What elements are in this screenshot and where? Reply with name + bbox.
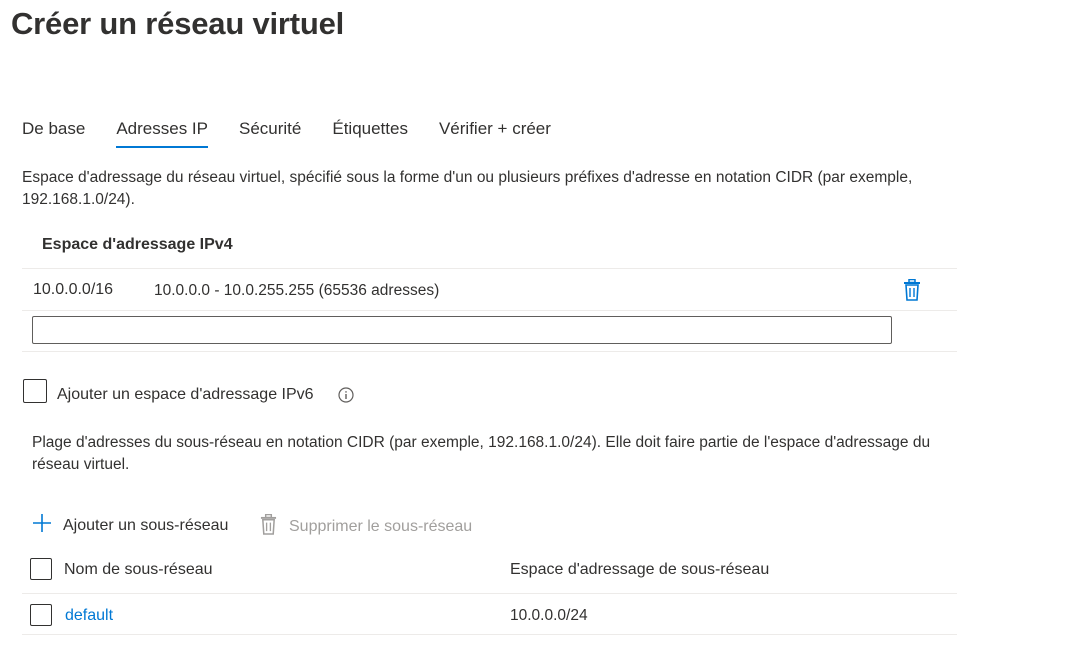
table-divider bbox=[22, 268, 957, 269]
ipv4-range: 10.0.0.0 - 10.0.255.255 (65536 adresses) bbox=[154, 282, 440, 299]
row-divider bbox=[22, 634, 957, 635]
subnet-row-checkbox[interactable] bbox=[30, 604, 52, 626]
ipv6-info-button[interactable] bbox=[338, 387, 354, 408]
tab-review-create[interactable]: Vérifier + créer bbox=[439, 118, 551, 152]
tab-tags[interactable]: Étiquettes bbox=[332, 118, 408, 152]
tab-ip-addresses[interactable]: Adresses IP bbox=[116, 118, 208, 152]
table-divider bbox=[22, 593, 957, 594]
trash-icon bbox=[260, 513, 277, 540]
plus-icon bbox=[32, 513, 52, 538]
subnet-address-column-header: Espace d'adressage de sous-réseau bbox=[510, 561, 770, 578]
row-divider bbox=[22, 351, 957, 352]
trash-icon bbox=[903, 279, 921, 301]
delete-subnet-button[interactable]: Supprimer le sous-réseau bbox=[260, 513, 473, 540]
tab-security[interactable]: Sécurité bbox=[239, 118, 301, 152]
subnet-name-column-header: Nom de sous-réseau bbox=[64, 561, 213, 578]
tab-basics[interactable]: De base bbox=[22, 118, 85, 152]
page-title: Créer un réseau virtuel bbox=[11, 6, 345, 41]
add-subnet-label: Ajouter un sous-réseau bbox=[63, 516, 229, 534]
ipv6-checkbox[interactable] bbox=[23, 379, 47, 403]
delete-subnet-label: Supprimer le sous-réseau bbox=[289, 518, 473, 535]
subnet-description: Plage d'adresses du sous-réseau en notat… bbox=[32, 434, 931, 473]
ipv6-label: Ajouter un espace d'adressage IPv6 bbox=[57, 386, 314, 403]
add-subnet-button[interactable]: Ajouter un sous-réseau bbox=[32, 513, 228, 538]
row-divider bbox=[22, 310, 957, 311]
ipv4-prefix: 10.0.0.0/16 bbox=[33, 281, 114, 298]
tab-bar: De base Adresses IP Sécurité Étiquettes … bbox=[22, 118, 582, 152]
delete-address-space-button[interactable] bbox=[903, 279, 921, 301]
info-icon bbox=[338, 387, 354, 407]
address-space-description: Espace d'adressage du réseau virtuel, sp… bbox=[22, 169, 913, 208]
subnet-address: 10.0.0.0/24 bbox=[510, 607, 588, 624]
subnet-name-link[interactable]: default bbox=[65, 607, 113, 625]
select-all-subnets-checkbox[interactable] bbox=[30, 558, 52, 580]
new-address-prefix-input[interactable] bbox=[32, 316, 892, 344]
ipv4-column-header: Espace d'adressage IPv4 bbox=[42, 236, 233, 253]
